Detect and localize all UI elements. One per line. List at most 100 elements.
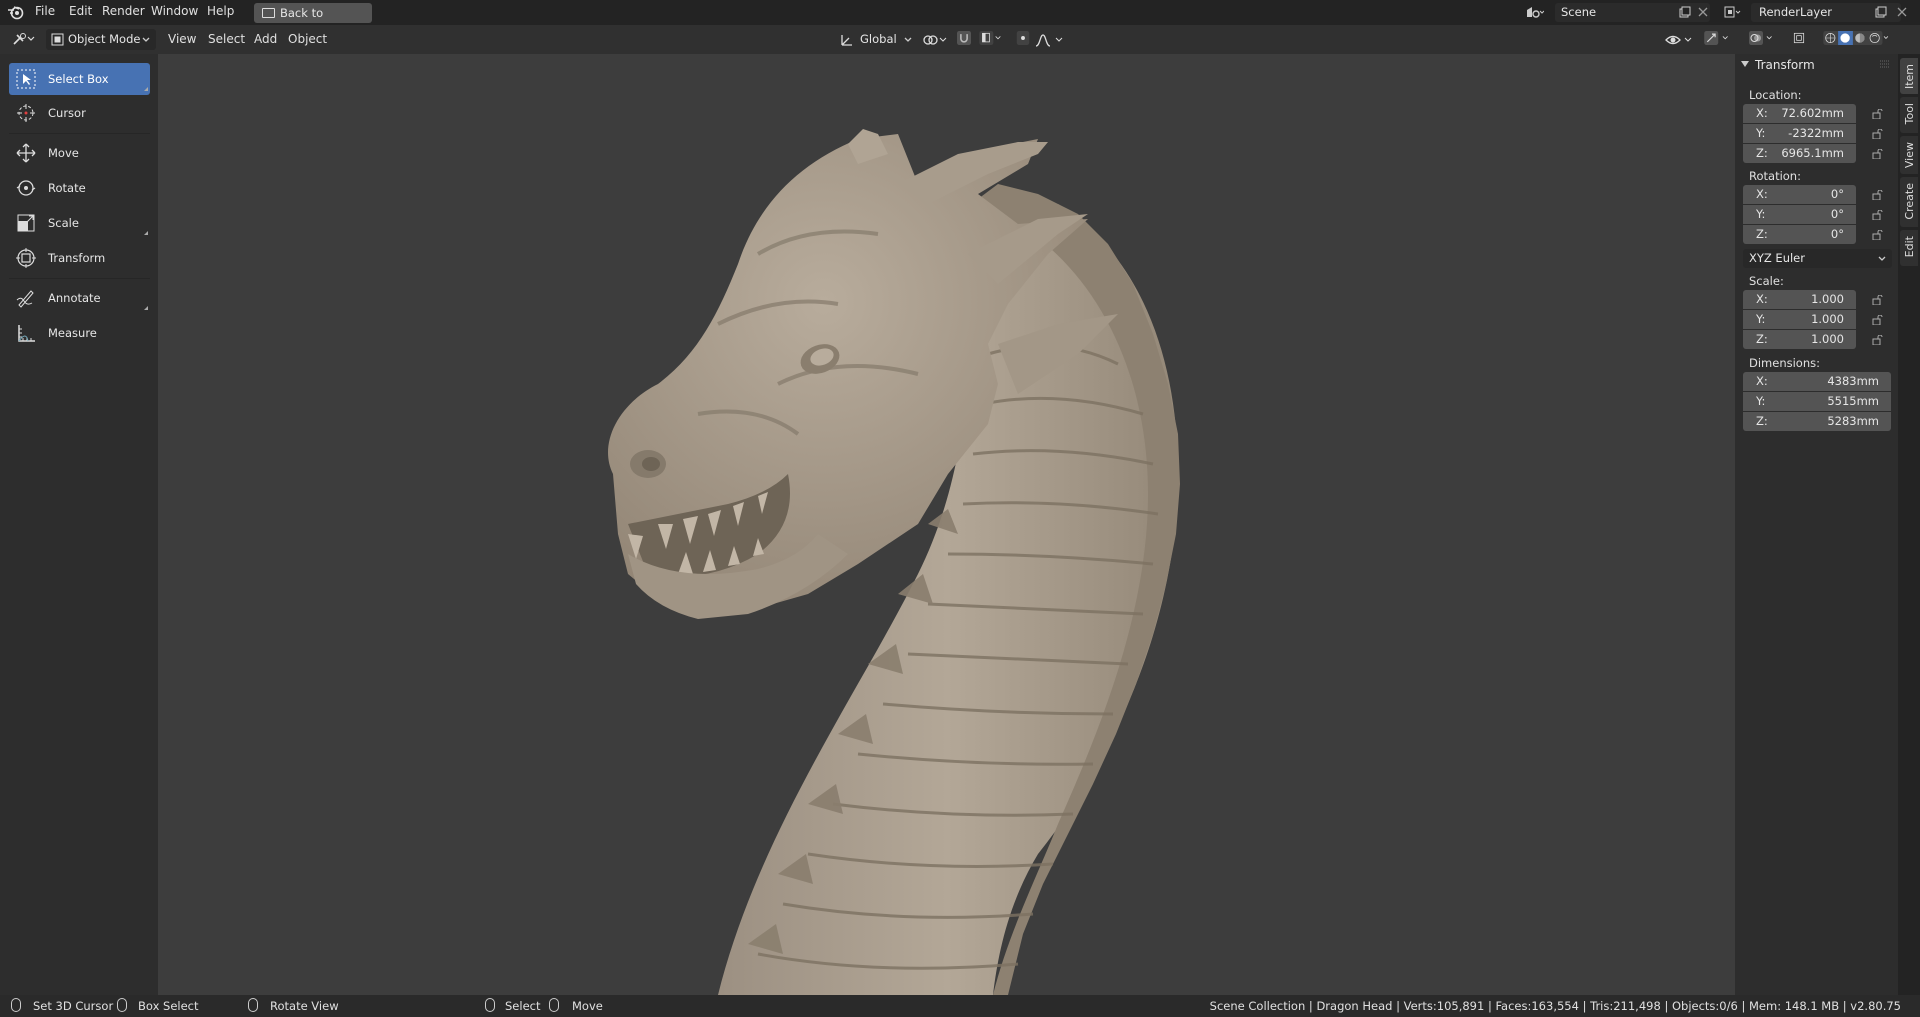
render-layer-name: RenderLayer — [1759, 5, 1833, 19]
back-to-previous-button[interactable]: Back to Previous — [254, 3, 372, 40]
xray-icon[interactable] — [1791, 31, 1807, 45]
new-scene-icon[interactable] — [1679, 6, 1691, 18]
rotation-y-value: 0° — [1830, 207, 1844, 221]
snap-target-icon[interactable] — [976, 31, 1006, 45]
scale-label: Scale: — [1749, 274, 1784, 288]
tool-select-box[interactable]: Select Box — [9, 63, 150, 95]
dimensions-y-field[interactable]: Y: 5515mm — [1743, 392, 1891, 411]
rotation-z-field[interactable]: Z: 0° — [1743, 225, 1856, 244]
chevron-down-icon — [142, 37, 150, 42]
transform-orientation-dropdown[interactable]: Global — [838, 29, 914, 50]
tab-edit[interactable]: Edit — [1900, 230, 1918, 266]
tool-variants-indicator — [144, 87, 148, 91]
properties-sidebar: Transform Location: X: 72.602mm Y: -2322mm… — [1735, 54, 1898, 995]
pivot-point-icon[interactable] — [922, 33, 950, 47]
axis-label: Y: — [1756, 394, 1766, 408]
scale-icon — [17, 214, 35, 232]
snap-icon[interactable] — [955, 31, 973, 45]
cursor-icon — [17, 104, 35, 122]
proportional-editing-icon[interactable] — [1015, 31, 1031, 45]
transform-title: Transform — [1755, 58, 1815, 72]
drag-handle-icon[interactable] — [1880, 60, 1890, 68]
tool-move[interactable]: Move — [9, 137, 150, 169]
menu-file[interactable]: File — [35, 4, 55, 18]
tab-create[interactable]: Create — [1900, 177, 1918, 227]
hint-rotate-view: Rotate View — [270, 999, 339, 1013]
dragon-head-model[interactable] — [158, 54, 1735, 995]
new-render-layer-icon[interactable] — [1875, 6, 1887, 18]
rotation-x-field[interactable]: X: 0° — [1743, 185, 1856, 204]
lock-icon[interactable] — [1872, 109, 1884, 119]
menu-add[interactable]: Add — [254, 32, 277, 46]
lock-icon[interactable] — [1872, 295, 1884, 305]
scale-x-field[interactable]: X: 1.000 — [1743, 290, 1856, 309]
shading-mode-icon[interactable] — [1814, 31, 1898, 45]
tool-label: Scale — [48, 216, 79, 230]
object-mode-icon — [51, 33, 64, 46]
lock-icon[interactable] — [1872, 230, 1884, 240]
axis-label: Z: — [1756, 332, 1768, 346]
tab-item[interactable]: Item — [1900, 58, 1918, 94]
chevron-down-icon — [1878, 256, 1886, 261]
scale-z-field[interactable]: Z: 1.000 — [1743, 330, 1856, 349]
delete-scene-icon[interactable] — [1697, 6, 1709, 18]
sidebar-tabs: Item Tool View Create Edit — [1898, 54, 1920, 995]
3d-viewport[interactable] — [158, 54, 1735, 995]
tool-annotate[interactable]: Annotate — [9, 282, 150, 314]
dimensions-x-field[interactable]: X: 4383mm — [1743, 372, 1891, 391]
location-y-field[interactable]: Y: -2322mm — [1743, 124, 1856, 143]
tab-view[interactable]: View — [1900, 136, 1918, 174]
visibility-icon[interactable] — [1665, 33, 1695, 47]
lock-icon[interactable] — [1872, 335, 1884, 345]
rotation-mode-dropdown[interactable]: XYZ Euler — [1743, 249, 1892, 268]
menu-render[interactable]: Render — [102, 4, 145, 18]
delete-render-layer-icon[interactable] — [1896, 6, 1908, 18]
tool-cursor[interactable]: Cursor — [9, 97, 150, 129]
transform-panel-header[interactable]: Transform — [1741, 58, 1815, 72]
mouse-middle-icon — [248, 998, 258, 1012]
scene-icon[interactable] — [1524, 5, 1544, 19]
tab-label: View — [1903, 142, 1916, 169]
tool-separator — [9, 278, 150, 279]
menu-edit[interactable]: Edit — [69, 4, 92, 18]
lock-icon[interactable] — [1872, 129, 1884, 139]
render-layer-icon[interactable] — [1724, 6, 1742, 18]
tab-tool[interactable]: Tool — [1900, 97, 1918, 133]
dimensions-label: Dimensions: — [1749, 356, 1820, 370]
menu-help[interactable]: Help — [207, 4, 234, 18]
rotation-y-field[interactable]: Y: 0° — [1743, 205, 1856, 224]
tool-label: Transform — [48, 251, 106, 265]
lock-icon[interactable] — [1872, 190, 1884, 200]
tool-separator — [9, 133, 150, 134]
tool-measure[interactable]: Measure — [9, 317, 150, 349]
tool-transform[interactable]: Transform — [9, 242, 150, 274]
lock-icon[interactable] — [1872, 149, 1884, 159]
hint-move: Move — [572, 999, 603, 1013]
menu-select[interactable]: Select — [208, 32, 245, 46]
tool-rotate[interactable]: Rotate — [9, 172, 150, 204]
lock-icon[interactable] — [1872, 315, 1884, 325]
lock-icon[interactable] — [1872, 210, 1884, 220]
editor-type-icon[interactable] — [12, 32, 38, 46]
menu-object[interactable]: Object — [288, 32, 327, 46]
tab-label: Create — [1903, 183, 1916, 220]
axis-label: Y: — [1756, 207, 1766, 221]
move-icon — [16, 143, 36, 163]
scale-z-value: 1.000 — [1811, 332, 1844, 346]
location-label: Location: — [1749, 88, 1802, 102]
mode-label: Object Mode — [68, 32, 141, 46]
scale-y-field[interactable]: Y: 1.000 — [1743, 310, 1856, 329]
menu-view[interactable]: View — [168, 32, 196, 46]
overlays-icon[interactable] — [1745, 31, 1781, 45]
blender-logo-icon[interactable] — [7, 4, 25, 20]
gizmo-icon[interactable] — [1700, 31, 1738, 45]
location-x-field[interactable]: X: 72.602mm — [1743, 104, 1856, 123]
falloff-icon[interactable] — [1034, 33, 1066, 47]
mode-dropdown[interactable]: Object Mode — [46, 29, 156, 50]
axis-label: X: — [1756, 292, 1768, 306]
location-x-value: 72.602mm — [1781, 106, 1844, 120]
location-z-field[interactable]: Z: 6965.1mm — [1743, 144, 1856, 163]
dimensions-z-field[interactable]: Z: 5283mm — [1743, 412, 1891, 431]
tool-scale[interactable]: Scale — [9, 207, 150, 239]
menu-window[interactable]: Window — [151, 4, 198, 18]
